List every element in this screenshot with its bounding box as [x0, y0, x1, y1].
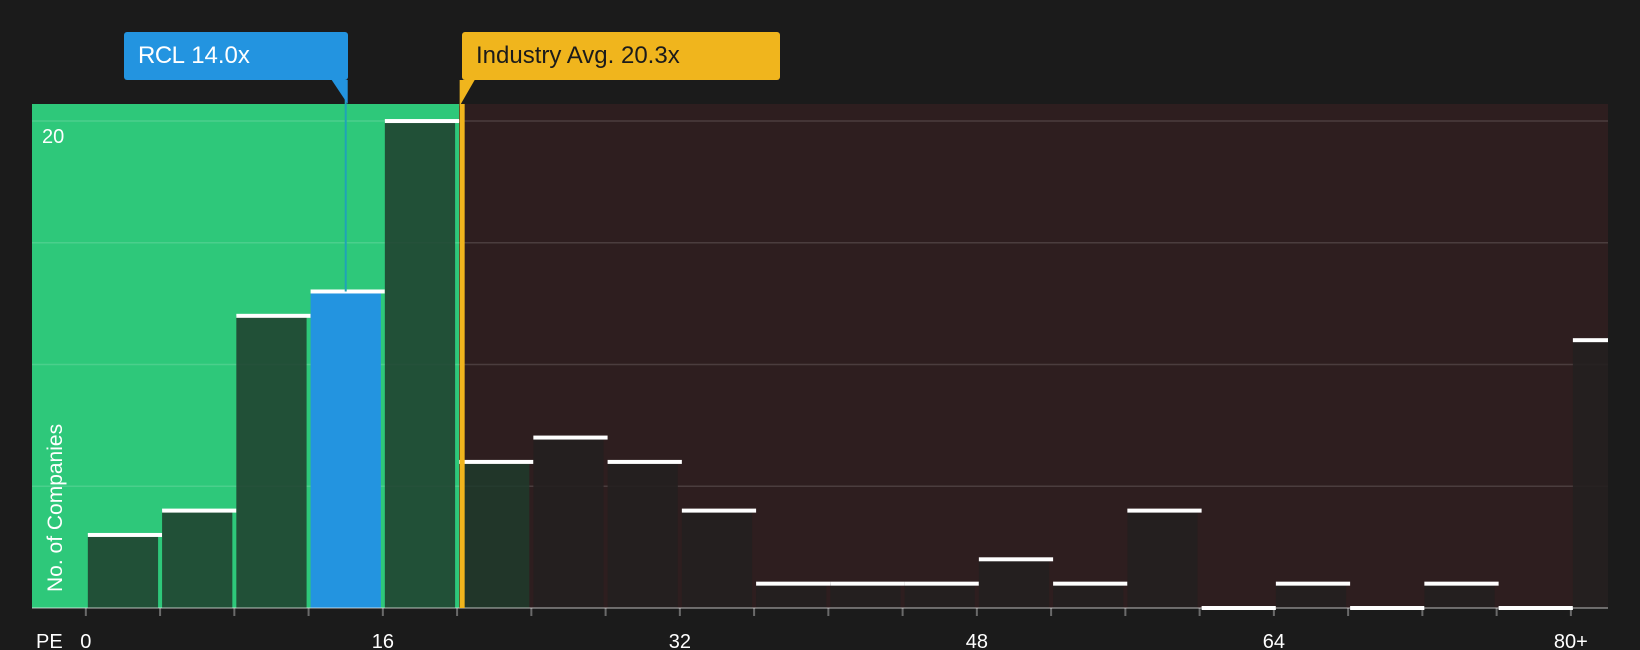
company-pe-value: 14.0x	[191, 42, 250, 69]
histogram-bar	[904, 583, 975, 608]
x-axis-label: PE	[36, 631, 63, 650]
histogram-bar	[533, 437, 604, 608]
histogram-bar	[310, 291, 381, 608]
pe-distribution-chart: 0 16 32 48 64 80+ PE 20 No. of Companies	[32, 80, 1609, 650]
bar-count-marker	[87, 532, 163, 537]
industry-avg-line	[459, 104, 465, 608]
histogram-bar	[1275, 583, 1347, 608]
histogram-bar	[830, 583, 901, 608]
bar-count-marker	[1424, 581, 1499, 586]
histogram-bar	[756, 583, 827, 608]
histogram-bar	[1424, 583, 1495, 608]
bar-count-marker	[533, 435, 608, 440]
y-axis-label: No. of Companies	[44, 424, 67, 592]
bar-count-marker	[1572, 338, 1608, 343]
histogram-bar	[681, 510, 753, 608]
bar-count-marker	[830, 581, 905, 586]
bar-count-marker	[756, 581, 831, 586]
bar-count-marker	[1053, 581, 1128, 586]
bar-count-marker	[978, 557, 1054, 562]
x-tick-label: 0	[80, 631, 91, 650]
bar-count-marker	[1275, 581, 1351, 586]
bar-count-marker	[384, 119, 460, 124]
histogram-bar	[459, 461, 530, 608]
histogram-bar	[607, 461, 678, 608]
x-tick-label: 64	[1263, 631, 1285, 650]
industry-avg-value: 20.3x	[620, 42, 680, 69]
bar-count-marker	[459, 459, 534, 464]
x-tick-label: 48	[966, 631, 988, 650]
x-tick-label: 80+	[1554, 631, 1588, 650]
histogram-bar	[384, 121, 456, 608]
bar-count-marker	[1127, 508, 1202, 513]
bar-count-marker	[904, 581, 979, 586]
industry-avg-label: Industry Avg.	[476, 42, 615, 69]
x-tick-label: 32	[669, 631, 691, 650]
industry-callout-pointer	[459, 80, 475, 106]
company-ticker: RCL	[138, 42, 185, 69]
histogram-bar	[1572, 340, 1608, 608]
company-pe-callout: RCL 14.0x	[124, 32, 348, 80]
bar-count-marker	[310, 289, 385, 294]
histogram-bar	[87, 534, 159, 608]
industry-avg-callout: Industry Avg. 20.3x	[462, 32, 780, 80]
histogram-bar	[162, 510, 233, 608]
company-callout-pointer	[331, 80, 348, 104]
bar-count-marker	[607, 459, 682, 464]
histogram-bar	[1127, 510, 1198, 608]
histogram-bar	[978, 559, 1050, 608]
bar-count-marker	[162, 508, 237, 513]
y-tick-label: 20	[42, 126, 64, 148]
bar-count-marker	[236, 313, 311, 318]
bar-count-marker	[681, 508, 757, 513]
histogram-bar	[1053, 583, 1124, 608]
x-tick-label: 16	[372, 631, 394, 650]
histogram-bar	[236, 315, 307, 608]
